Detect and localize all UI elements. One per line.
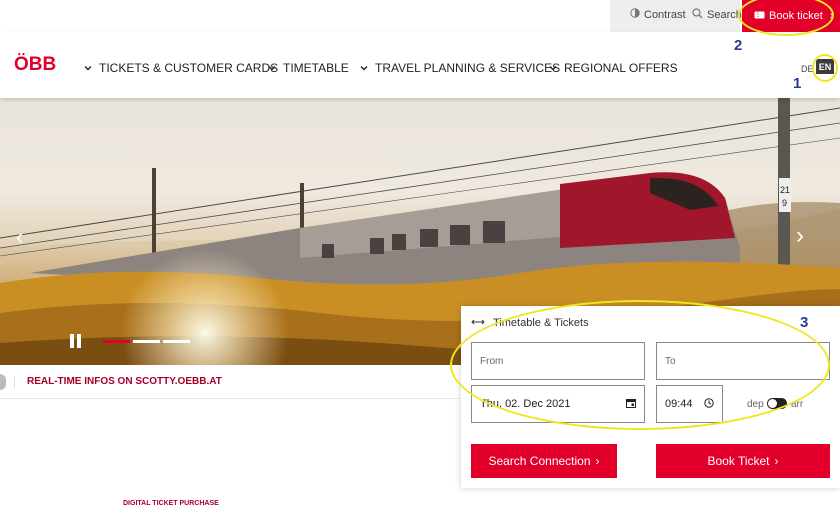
nav-tickets-customer-cards[interactable]: TICKETS & CUSTOMER CARDS (84, 61, 278, 75)
nav-label: TIMETABLE (283, 61, 349, 75)
chevron-down-icon (360, 66, 368, 71)
info-bullet-icon (0, 374, 6, 390)
nav-label: REGIONAL OFFERS (564, 61, 678, 75)
svg-text:9: 9 (782, 198, 787, 208)
carousel-indicator[interactable] (103, 340, 130, 343)
carousel-indicator[interactable] (133, 340, 160, 343)
main-header: ÖBB TICKETS & CUSTOMER CARDS TIMETABLE T… (0, 32, 840, 98)
chevron-down-icon (268, 66, 276, 71)
contrast-label: Contrast (644, 8, 686, 21)
page: Contrast Search Book ticket › ÖBB TICKET… (0, 0, 840, 512)
carousel-pause-icon[interactable] (70, 334, 82, 348)
search-button[interactable]: Search (692, 8, 742, 22)
chevron-right-icon: › (595, 454, 600, 468)
utility-bar: Contrast Search Book ticket › (0, 0, 840, 32)
annotation-number-1: 1 (793, 75, 802, 92)
nav-timetable[interactable]: TIMETABLE (268, 61, 349, 75)
book-ticket-widget-label: Book Ticket (707, 454, 770, 468)
svg-text:21: 21 (780, 185, 790, 195)
search-label: Search (707, 9, 742, 21)
nav-label: TICKETS & CUSTOMER CARDS (99, 61, 279, 75)
chevron-right-icon: › (774, 454, 779, 468)
realtime-info-link[interactable]: REAL-TIME INFOS ON SCOTTY.OEBB.AT (14, 376, 222, 388)
nav-regional-offers[interactable]: REGIONAL OFFERS (549, 61, 678, 75)
carousel-indicator[interactable] (163, 340, 190, 343)
carousel-next-arrow-icon[interactable]: › (796, 222, 804, 250)
book-ticket-widget-button[interactable]: Book Ticket › (656, 444, 830, 478)
carousel-prev-arrow-icon[interactable]: ‹ (16, 224, 23, 250)
chevron-down-icon (549, 66, 557, 71)
digital-ticket-heading: DIGITAL TICKET PURCHASE (123, 500, 219, 507)
annotation-number-3: 3 (800, 314, 809, 331)
obb-logo[interactable]: ÖBB (14, 54, 56, 76)
search-connection-button[interactable]: Search Connection › (471, 444, 617, 478)
carousel-indicators (103, 340, 190, 343)
nav-travel-planning-services[interactable]: TRAVEL PLANNING & SERVICES (360, 61, 560, 75)
contrast-toggle[interactable]: Contrast (630, 8, 686, 21)
annotation-number-2: 2 (734, 37, 743, 54)
annotation-ellipse-widget (450, 300, 830, 430)
annotation-ellipse-language (812, 54, 838, 82)
search-icon (692, 8, 703, 22)
contrast-icon (630, 8, 640, 21)
nav-label: TRAVEL PLANNING & SERVICES (375, 61, 561, 75)
search-connection-label: Search Connection (488, 454, 591, 468)
chevron-down-icon (84, 66, 92, 71)
realtime-info-strip: REAL-TIME INFOS ON SCOTTY.OEBB.AT (0, 365, 460, 399)
